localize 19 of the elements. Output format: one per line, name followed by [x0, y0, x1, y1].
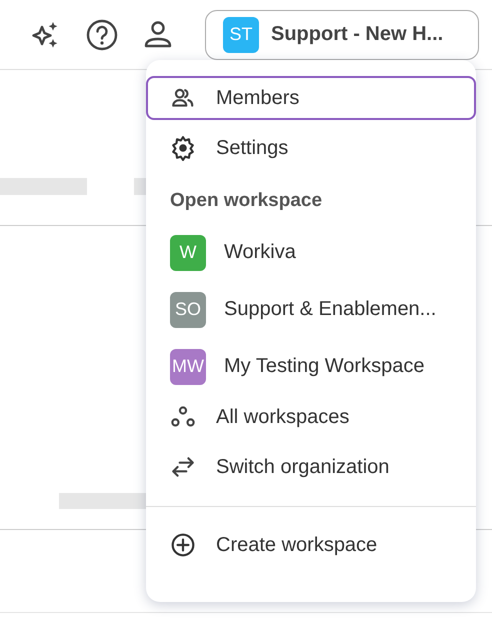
- swap-arrows-icon: [170, 454, 196, 480]
- help-icon[interactable]: [85, 18, 119, 52]
- settings-icon: [170, 135, 196, 161]
- workspace-name: Support - New H...: [271, 23, 444, 46]
- workspace-item[interactable]: MW My Testing Workspace: [146, 338, 476, 395]
- menu-item[interactable]: Create workspace: [146, 523, 476, 567]
- menu-item[interactable]: Settings: [146, 126, 476, 170]
- section-heading: Open workspace: [169, 189, 324, 213]
- workspace-item[interactable]: SO Support & Enablemen...: [146, 281, 476, 338]
- menu-item[interactable]: All workspaces: [146, 395, 476, 439]
- workspace-item[interactable]: W Workiva: [146, 224, 476, 281]
- workspace-avatar: SO: [170, 292, 206, 328]
- workspace-avatar: ST: [223, 16, 259, 52]
- workspace-avatar: MW: [170, 348, 206, 384]
- workspace-avatar: W: [170, 234, 206, 270]
- add-circle-icon: [170, 532, 196, 558]
- menu-item[interactable]: Members: [146, 76, 476, 120]
- workspace-switcher-button[interactable]: ST Support - New H...: [205, 10, 479, 60]
- menu-item[interactable]: Switch organization: [146, 445, 476, 489]
